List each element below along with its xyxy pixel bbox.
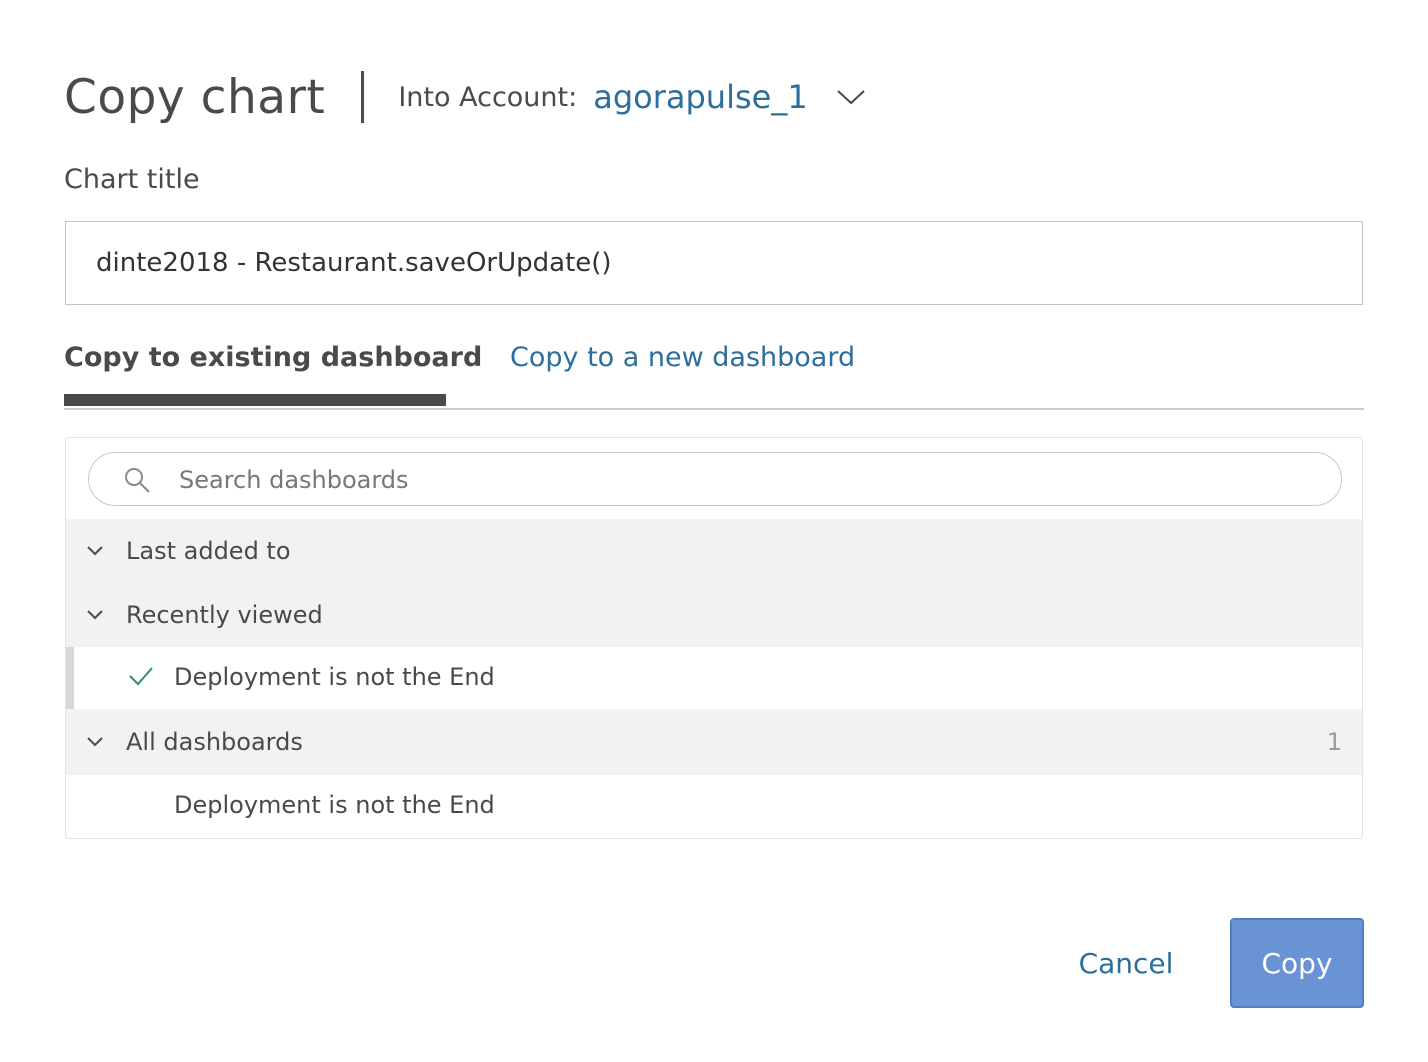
chevron-down-icon[interactable] [86,609,104,621]
group-last-added-to[interactable]: Last added to [66,519,1362,583]
selected-indicator [66,647,74,709]
dashboard-item-label: Deployment is not the End [174,663,495,691]
group-recently-viewed[interactable]: Recently viewed [66,583,1362,647]
dashboard-list-panel: Last added to Recently viewed Deployment… [65,437,1363,839]
chevron-down-icon[interactable] [836,88,866,106]
header-divider [361,71,365,123]
chart-title-label: Chart title [64,164,200,195]
account-selector[interactable]: agorapulse_1 [593,78,807,116]
group-count: 1 [1326,728,1342,756]
dialog-title: Copy chart [64,69,326,125]
group-label: All dashboards [126,728,303,756]
search-input[interactable] [177,453,1321,506]
group-label: Last added to [126,537,291,565]
search-icon [125,468,150,493]
group-all-dashboards[interactable]: All dashboards 1 [66,709,1362,775]
search-box[interactable] [88,452,1342,506]
group-label: Recently viewed [126,601,323,629]
tab-bar: Copy to existing dashboard Copy to a new… [64,330,1364,410]
cancel-button[interactable]: Cancel [1066,918,1186,1008]
dashboard-item[interactable]: Deployment is not the End [66,775,1362,837]
check-icon [129,667,153,686]
tab-copy-to-new-dashboard[interactable]: Copy to a new dashboard [510,342,855,406]
account-label: Into Account: [398,81,578,113]
dashboard-item-selected[interactable]: Deployment is not the End [66,647,1362,709]
copy-button[interactable]: Copy [1230,918,1364,1008]
dashboard-item-label: Deployment is not the End [174,791,495,819]
tab-copy-to-existing-dashboard[interactable]: Copy to existing dashboard [64,342,482,406]
chart-title-input[interactable] [65,221,1363,305]
chevron-down-icon[interactable] [86,545,104,557]
chevron-down-icon[interactable] [86,736,104,748]
dialog-header: Copy chart Into Account: agorapulse_1 [64,62,866,132]
